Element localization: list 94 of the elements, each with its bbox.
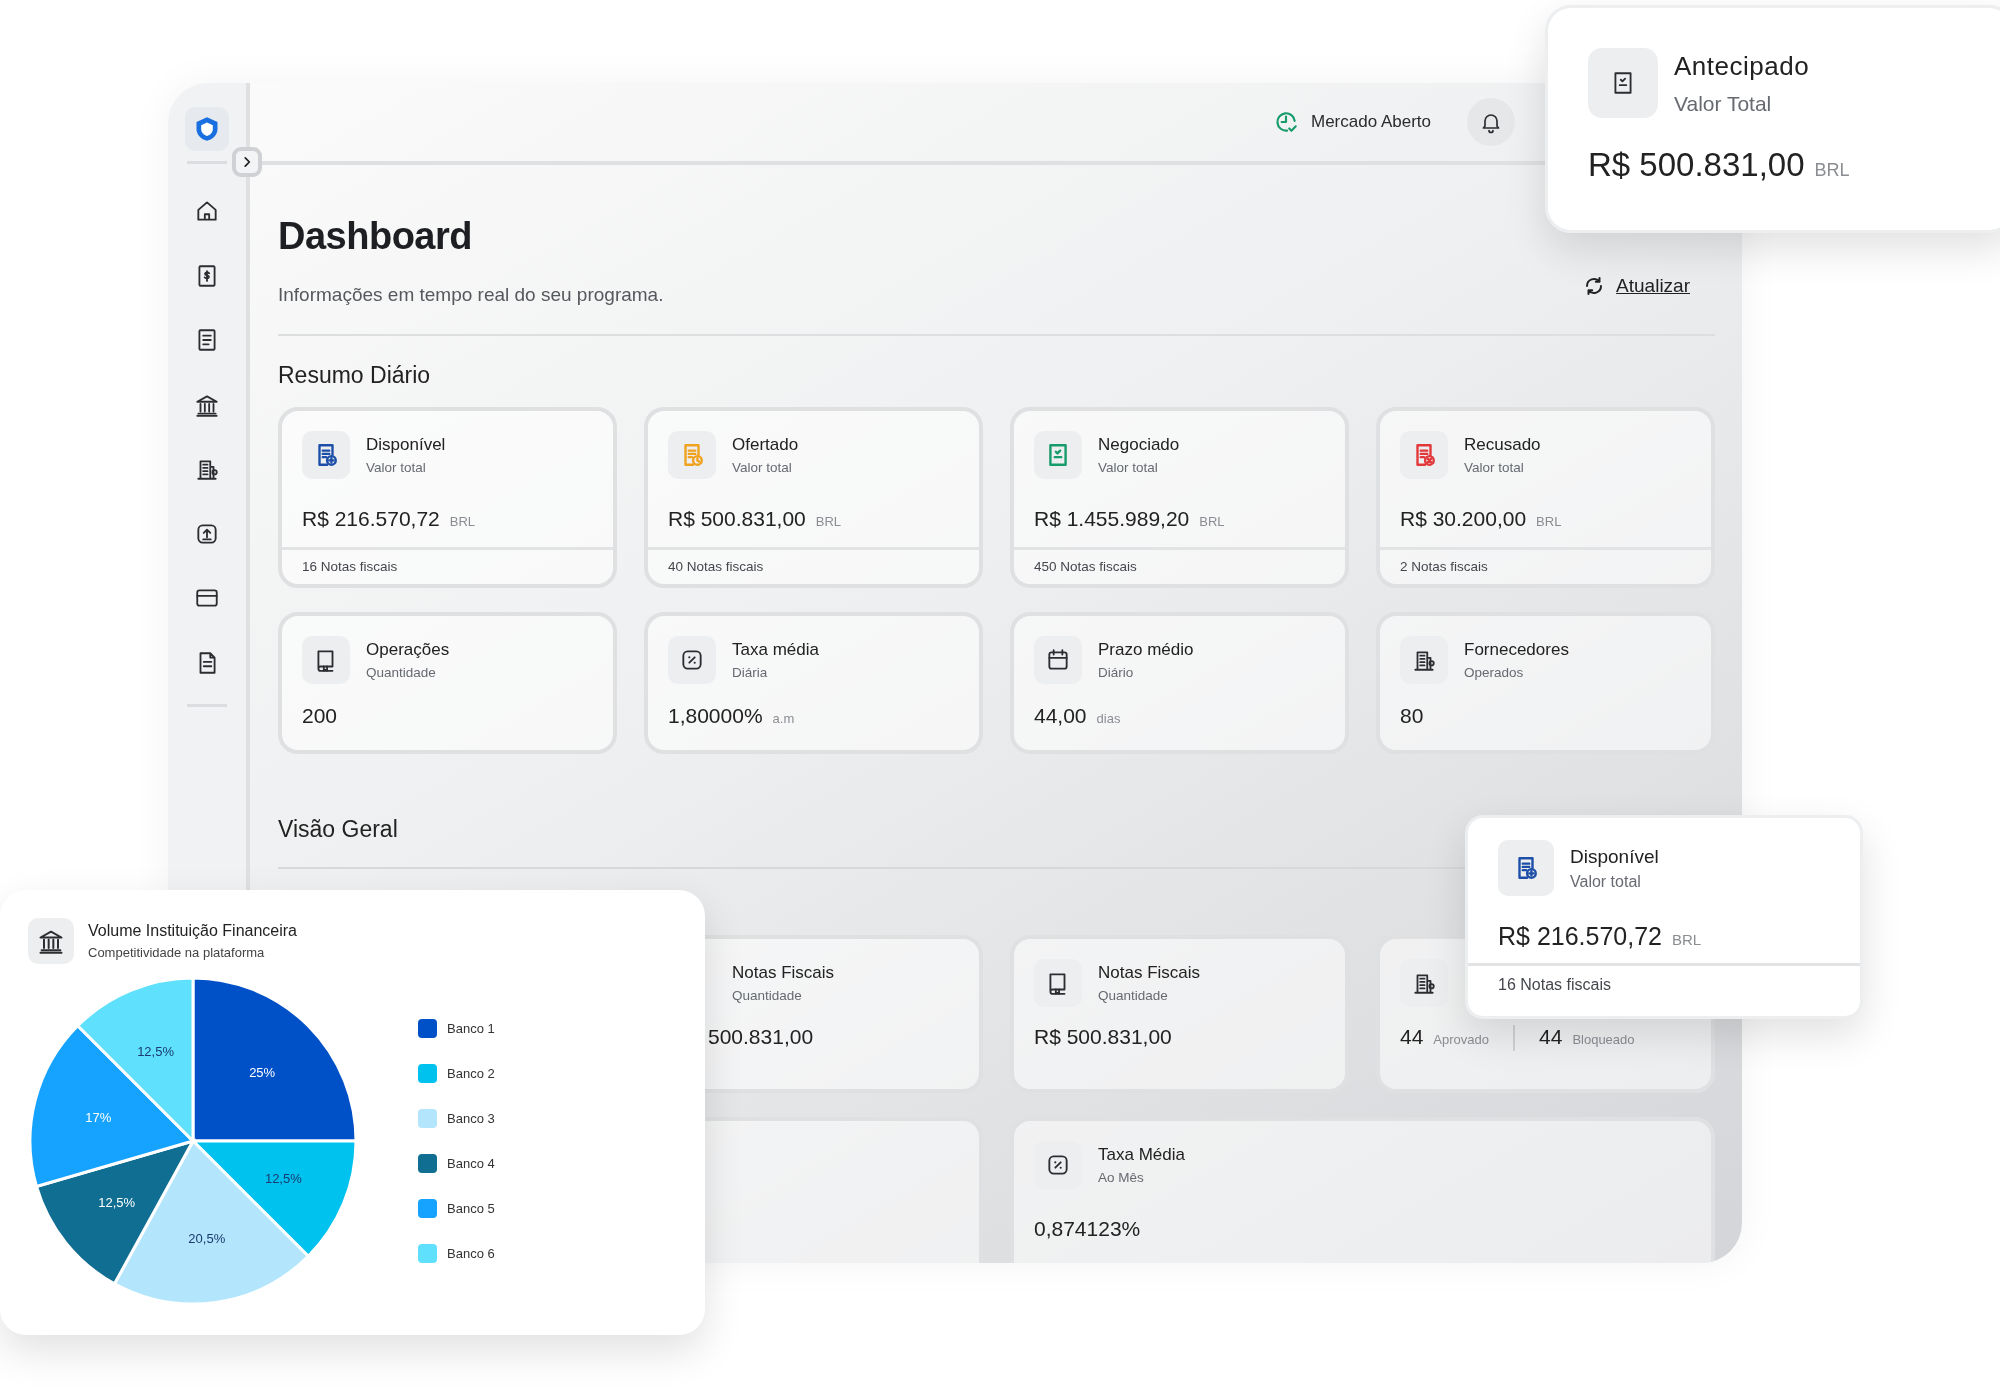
card-value: 500.831,00 <box>708 1025 814 1049</box>
card-footer: 40 Notas fiscais <box>648 547 979 584</box>
card-title: Operações <box>366 640 450 660</box>
shield-logo-icon[interactable] <box>185 107 229 151</box>
unit-label: BRL <box>1199 514 1225 529</box>
card-title: Recusado <box>1464 435 1541 455</box>
card-value: R$ 30.200,00 <box>1400 507 1527 531</box>
section-title: Visão Geral <box>278 816 399 843</box>
card-title: Disponível <box>1570 845 1659 868</box>
card-subtitle: Quantidade <box>1098 988 1169 1003</box>
building-icon <box>1400 636 1448 684</box>
slice-label: 12,5% <box>264 1171 302 1187</box>
book-icon <box>1034 959 1082 1007</box>
calendar-icon <box>1034 636 1082 684</box>
legend-label: Banco 1 <box>447 1021 495 1036</box>
card-value: R$ 216.570,72 <box>302 507 440 531</box>
card-title: Negociado <box>1098 435 1180 455</box>
card-footer: 16 Notas fiscais <box>282 547 613 584</box>
card-subtitle: Diária <box>732 665 769 680</box>
card-subtitle: Quantidade <box>366 665 437 680</box>
receipt-x-icon <box>1400 431 1448 479</box>
card-title: Taxa Média <box>1098 1145 1185 1165</box>
card-subtitle: Valor total <box>1464 460 1525 475</box>
card-subtitle: Valor total <box>732 460 793 475</box>
unit-label: Bloqueado <box>1572 1032 1635 1047</box>
expand-button[interactable] <box>232 147 262 177</box>
unit-label: BRL <box>449 514 476 529</box>
card-value: 44 <box>1400 1025 1424 1049</box>
card-subtitle: Diário <box>1098 665 1135 680</box>
card-title: Notas Fiscais <box>1098 963 1201 983</box>
percent-icon <box>668 636 716 684</box>
card-value: 200 <box>302 704 338 728</box>
unit-label: BRL <box>1536 514 1562 529</box>
card-footer: 2 Notas fiscais <box>1380 547 1711 584</box>
building-icon <box>1400 959 1448 1007</box>
card-value: 44,00 <box>1034 704 1087 728</box>
card-footer: 450 Notas fiscais <box>1014 547 1345 584</box>
card-value: R$ 500.831,00 <box>668 507 806 531</box>
notification-button[interactable] <box>1467 98 1515 146</box>
card-value: R$ 216.570,72 <box>1498 922 1663 951</box>
receipt-check-icon <box>1034 431 1082 479</box>
card-subtitle: Ao Mês <box>1098 1170 1145 1185</box>
unit-label: a.m <box>772 711 795 726</box>
refresh-link[interactable]: Atualizar <box>1582 274 1690 298</box>
unit-label: dias <box>1096 711 1121 726</box>
unit-label: BRL <box>1814 160 1850 181</box>
card-title: Fornecedores <box>1464 640 1569 660</box>
legend-label: Banco 3 <box>447 1111 495 1126</box>
receipt-plus-icon <box>1498 840 1554 896</box>
chart-title: Volume Instituição Financeira <box>88 922 297 940</box>
card-value: 0,874123% <box>1034 1217 1141 1241</box>
card-title: Prazo médio <box>1098 640 1194 660</box>
card-subtitle: Valor total <box>1570 872 1642 891</box>
unit-label: BRL <box>815 514 842 529</box>
legend-label: Banco 2 <box>447 1066 495 1081</box>
card-subtitle: Operados <box>1464 665 1525 680</box>
page-title: Dashboard <box>278 215 473 258</box>
slice-label: 12,5% <box>137 1043 174 1059</box>
slice-label: 17% <box>85 1109 112 1125</box>
card-title: Antecipado <box>1674 50 1810 82</box>
card-value: 80 <box>1400 704 1424 728</box>
card-subtitle: Valor total <box>366 460 427 475</box>
card-title: Disponível <box>366 435 446 455</box>
card-subtitle: Valor Total <box>1674 91 1773 116</box>
legend-label: Banco 5 <box>447 1201 495 1216</box>
receipt-clock-icon <box>668 431 716 479</box>
slice-label: 12,5% <box>98 1195 136 1211</box>
card-title: Notas Fiscais <box>732 963 835 983</box>
chart-subtitle: Competitividade na plataforma <box>88 945 266 960</box>
clock-check-icon <box>1273 109 1299 135</box>
card-value: R$ 500.831,00 <box>1588 146 1805 184</box>
market-status: Mercado Aberto <box>1311 112 1431 132</box>
receipt-check-icon <box>1588 48 1658 118</box>
bank-icon <box>28 918 74 964</box>
book-icon <box>302 636 350 684</box>
card-value: 1,80000% <box>668 704 763 728</box>
legend-label: Banco 6 <box>447 1246 495 1261</box>
card-subtitle: Quantidade <box>732 988 803 1003</box>
slice-label: 25% <box>249 1064 276 1080</box>
card-value: 44 <box>1539 1025 1563 1049</box>
unit-label: Aprovado <box>1433 1032 1489 1047</box>
card-title: Ofertado <box>732 435 799 455</box>
legend-label: Banco 4 <box>447 1156 495 1171</box>
unit-label: BRL <box>1672 931 1702 948</box>
card-footer: 16 Notas fiscais <box>1468 963 1860 1004</box>
slice-label: 20,5% <box>188 1230 226 1246</box>
section-title: Resumo Diário <box>278 362 432 389</box>
page-subtitle: Informações em tempo real do seu programa. <box>278 284 664 306</box>
card-subtitle: Valor total <box>1098 460 1159 475</box>
card-title: Taxa média <box>732 640 819 660</box>
card-value: R$ 500.831,00 <box>1034 1025 1172 1049</box>
percent-icon <box>1034 1141 1082 1189</box>
receipt-plus-icon <box>302 431 350 479</box>
card-value: R$ 1.455.989,20 <box>1034 507 1190 531</box>
